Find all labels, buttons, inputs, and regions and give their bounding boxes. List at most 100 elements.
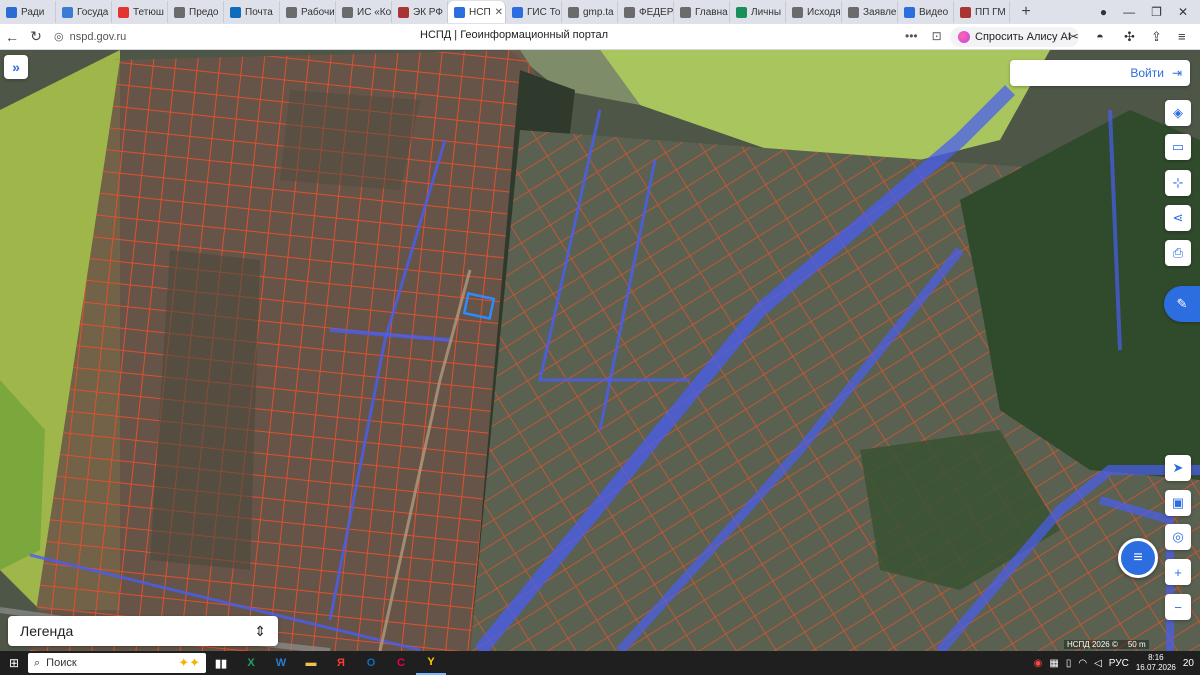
- extension-icon[interactable]: ✂: [1068, 29, 1079, 45]
- check-icon: [736, 6, 747, 18]
- app-c-icon[interactable]: C: [386, 651, 416, 675]
- zoom-out-button[interactable]: −: [1165, 594, 1191, 620]
- ruler-icon: ▭: [1171, 139, 1185, 154]
- document-icon: [286, 6, 297, 18]
- browser-tab[interactable]: Видео: [898, 1, 954, 23]
- locate-button[interactable]: ➤: [1165, 455, 1191, 481]
- browser-tab[interactable]: Личны: [730, 1, 786, 23]
- tab-label: Госуда: [77, 6, 109, 18]
- minimize-icon[interactable]: —: [1123, 5, 1135, 19]
- reload-button[interactable]: ↻: [24, 28, 48, 45]
- menu-icon[interactable]: ≡: [1178, 29, 1186, 44]
- chevron-updown-icon: ⇕: [254, 622, 266, 639]
- document-icon: [848, 6, 859, 18]
- browser-tab[interactable]: ЭК РФ: [392, 1, 448, 23]
- geolocation-button[interactable]: ◎: [1165, 524, 1191, 550]
- share-icon[interactable]: ⇪: [1151, 29, 1162, 45]
- plus-icon: +: [1174, 564, 1182, 580]
- browser-tab[interactable]: Заявле: [842, 1, 898, 23]
- clock[interactable]: 8:16 16.07.2026: [1136, 653, 1176, 673]
- browser-tab-strip: Ради Госуда Тетюш Предо Почта Рабочи ИС «Ко ЭК …: [0, 0, 1200, 24]
- outlook-icon: [230, 6, 241, 18]
- close-icon[interactable]: ✕: [1178, 5, 1188, 19]
- language-indicator[interactable]: РУС: [1109, 658, 1129, 669]
- wifi-icon[interactable]: ◠: [1078, 658, 1087, 669]
- measure-button[interactable]: ▭: [1165, 134, 1191, 160]
- address-bar: ← ↻ ◎ nspd.gov.ru НСПД | Геоинформационн…: [0, 24, 1200, 50]
- tab-label: Рабочи: [301, 6, 335, 18]
- browser-tab[interactable]: Ради: [0, 1, 56, 23]
- antivirus-icon[interactable]: ◉: [1034, 658, 1043, 669]
- mic-icon[interactable]: ▯: [1066, 658, 1072, 669]
- yandex-app-icon[interactable]: Y: [416, 651, 446, 675]
- excel-icon[interactable]: X: [236, 651, 266, 675]
- document-icon: [792, 6, 803, 18]
- share-button[interactable]: ⋖: [1165, 205, 1191, 231]
- network-icon[interactable]: ▦: [1049, 658, 1058, 669]
- back-button[interactable]: ←: [0, 29, 24, 45]
- ask-alisa-button[interactable]: Спросить Алису AI: [950, 27, 1079, 47]
- explorer-icon[interactable]: ▬: [296, 651, 326, 675]
- select-area-button[interactable]: ⊹: [1165, 170, 1191, 196]
- browser-tab[interactable]: Госуда: [56, 1, 112, 23]
- map-view[interactable]: » Войти ⇥ ◈ ▭ ⊹ ⋖ ⎙ ✎ ➤ ▣ ◎ + − ≡ Легенд…: [0, 50, 1200, 651]
- print-button[interactable]: ⎙: [1165, 240, 1191, 266]
- page-title: НСПД | Геоинформационный портал: [420, 29, 609, 41]
- browser-tab[interactable]: НСП ✕: [448, 1, 506, 23]
- outlook-icon[interactable]: O: [356, 651, 386, 675]
- restore-icon[interactable]: ❐: [1151, 5, 1162, 19]
- taskbar-search[interactable]: ⌕ Поиск ✦✦: [28, 653, 206, 673]
- browser-tab[interactable]: Тетюш: [112, 1, 168, 23]
- zoom-in-button[interactable]: +: [1165, 559, 1191, 585]
- map-pin-icon: [118, 6, 129, 18]
- browser-tab[interactable]: Главна: [674, 1, 730, 23]
- browser-tab[interactable]: Рабочи: [280, 1, 336, 23]
- shield-icon[interactable]: ◓: [1096, 29, 1104, 44]
- more-icon[interactable]: •••: [905, 29, 918, 43]
- browser-tab[interactable]: Исходя: [786, 1, 842, 23]
- browser-tab[interactable]: ПП ГМ: [954, 1, 1010, 23]
- windows-start-button[interactable]: ⊞: [0, 656, 28, 670]
- word-icon[interactable]: W: [266, 651, 296, 675]
- info-list-button[interactable]: ≡: [1118, 538, 1158, 578]
- document-icon: [680, 6, 691, 18]
- print-icon: ⎙: [1172, 245, 1184, 260]
- bookmark-icon[interactable]: ⊡: [932, 29, 942, 43]
- expand-panel-button[interactable]: »: [4, 55, 28, 79]
- layers-icon: ◈: [1173, 105, 1183, 120]
- browser-tab[interactable]: ИС «Ко: [336, 1, 392, 23]
- legend-dropdown[interactable]: Легенда ⇕: [8, 616, 278, 646]
- puzzle-icon[interactable]: ✣: [1124, 29, 1135, 45]
- task-view-button[interactable]: ▮▮: [206, 651, 236, 675]
- search-icon: ⌕: [34, 656, 41, 669]
- browser-tab[interactable]: Предо: [168, 1, 224, 23]
- minimap-button[interactable]: ▣: [1165, 490, 1191, 516]
- nspd-icon: [454, 6, 465, 18]
- notifications-badge[interactable]: 20: [1183, 658, 1194, 669]
- windows-taskbar: ⊞ ⌕ Поиск ✦✦ ▮▮ X W ▬ Я O C Y ◉ ▦ ▯ ◠ ◁ …: [0, 651, 1200, 675]
- browser-tab[interactable]: ГИС То: [506, 1, 562, 23]
- assistant-button[interactable]: ✎: [1164, 286, 1200, 322]
- ask-alisa-label: Спросить Алису AI: [975, 31, 1071, 43]
- browser-tab[interactable]: ФЕДЕР: [618, 1, 674, 23]
- new-tab-button[interactable]: +: [1016, 2, 1036, 22]
- browser-tab[interactable]: gmp.ta: [562, 1, 618, 23]
- url-field[interactable]: ◎ nspd.gov.ru: [54, 30, 126, 44]
- list-icon: ≡: [1133, 549, 1143, 566]
- volume-icon[interactable]: ◁: [1094, 658, 1102, 669]
- emblem-icon: [398, 6, 409, 18]
- search-placeholder: Поиск: [46, 657, 77, 669]
- profile-icon[interactable]: ●: [1100, 5, 1107, 19]
- tab-label: Главна: [695, 6, 728, 18]
- yandex-browser-icon[interactable]: Я: [326, 651, 356, 675]
- close-tab-icon[interactable]: ✕: [495, 7, 503, 18]
- tab-label: Видео: [919, 6, 949, 18]
- satellite-map[interactable]: [0, 50, 1200, 651]
- site-info-icon[interactable]: ◎: [54, 30, 64, 43]
- login-button[interactable]: Войти ⇥: [1010, 60, 1190, 86]
- layers-button[interactable]: ◈: [1165, 100, 1191, 126]
- browser-tab[interactable]: Почта: [224, 1, 280, 23]
- login-label: Войти: [1130, 66, 1164, 80]
- pen-icon: [342, 6, 353, 18]
- tab-label: Личны: [751, 6, 782, 18]
